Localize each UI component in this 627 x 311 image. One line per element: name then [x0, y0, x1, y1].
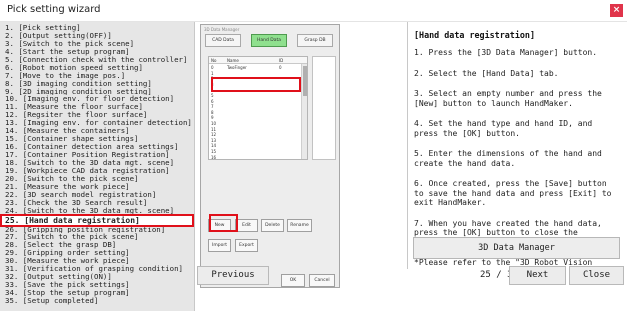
preview-col-id: ID: [279, 58, 284, 63]
title-bar: Pick setting wizard ×: [0, 0, 627, 22]
preview-delete-button: Delete: [261, 219, 284, 232]
preview-row-number: 6: [211, 98, 214, 104]
preview-side-panel: [312, 56, 336, 160]
preview-scrollbar: [301, 64, 307, 159]
step-item: 4. [Start the setup program]: [5, 47, 130, 56]
preview-title: 3D Data Manager: [204, 27, 240, 32]
preview-row-number: 5: [211, 93, 214, 98]
preview-edit-button: Edit: [235, 219, 258, 232]
instruction-panel: [Hand data registration] 1. Press the [3…: [407, 22, 627, 269]
step-item: 11. [Measure the floor surface]: [5, 103, 143, 112]
step-item: 28. [Select the grasp DB]: [5, 241, 117, 250]
preview-row-number: 8: [211, 109, 214, 115]
instruction-heading: [Hand data registration]: [414, 30, 536, 40]
preview-tab-grasp: Grasp DB: [297, 34, 333, 47]
preview-row-id: 0: [279, 65, 282, 70]
highlight-empty-row: [211, 77, 301, 92]
step-item: 35. [Setup completed]: [5, 296, 99, 305]
preview-ok-button: OK: [281, 274, 305, 287]
instruction-step-4: 4. Set the hand type and hand ID, and pr…: [414, 119, 593, 138]
step-item: 16. [Container detection area settings]: [5, 143, 179, 151]
step-item: 30. [Measure the work piece]: [5, 257, 130, 266]
instruction-step-5: 5. Enter the dimensions of the hand and …: [414, 149, 602, 168]
close-icon[interactable]: ×: [610, 4, 623, 17]
step-item: 31. [Verification of grasping condition]: [5, 265, 183, 274]
preview-list-header: No Name ID: [209, 57, 307, 64]
preview-row-number: 11: [211, 126, 217, 132]
step-item: 21. [Measure the work piece]: [5, 182, 130, 191]
step-item: 1. [Pick setting]: [5, 24, 81, 32]
step-item: 5. [Connection check with the controller…: [5, 55, 188, 64]
preview-row-number: 0: [211, 65, 214, 70]
step-item: 17. [Container Position Registration]: [5, 151, 170, 159]
step-item: 26. [Gripping position registration]: [5, 225, 166, 234]
step-item: 15. [Container shape settings]: [5, 135, 139, 144]
3d-data-manager-button[interactable]: 3D Data Manager: [413, 237, 620, 259]
preview-row-number: 9: [211, 115, 214, 121]
step-item: 14. [Measure the containers]: [5, 127, 130, 136]
step-list: 1. [Pick setting] 2. [Output setting(OFF)…: [0, 22, 195, 311]
close-button[interactable]: Close: [569, 266, 624, 285]
preview-import-button: Import: [208, 239, 231, 252]
step-item: 18. [Switch to the 3D data mgt. scene]: [5, 158, 175, 167]
instruction-step-2: 2. Select the [Hand Data] tab.: [414, 68, 559, 78]
step-item: 24. [Switch to the 3D data mgt. scene]: [5, 206, 175, 215]
highlight-new-button: [209, 214, 238, 232]
preview-hand-list: No Name ID 0 1 2 3 4 5 6 7 8 9 10 11 12 13 14 15 16 TwoF…: [208, 56, 308, 160]
instruction-step-3: 3. Select an empty number and press the …: [414, 89, 602, 108]
preview-row-name: TwoFinger: [227, 65, 247, 70]
data-manager-preview: 3D Data Manager CAD Data Hand Data Grasp…: [200, 24, 340, 288]
preview-row-number: 13: [211, 137, 217, 143]
step-item: 6. [Robot motion speed setting]: [5, 63, 143, 72]
preview-col-no: No: [211, 58, 217, 63]
step-item: 32. [Output setting(ON)]: [5, 273, 112, 282]
step-item: 22. [3D search model registration]: [5, 190, 157, 199]
preview-row-number: 16: [211, 154, 217, 160]
step-item: 9. [2D imaging condition setting]: [5, 87, 152, 96]
preview-col-name: Name: [227, 58, 239, 63]
step-item: 12. [Regsiter the floor surface]: [5, 111, 148, 120]
preview-cancel-button: Cancel: [309, 274, 335, 287]
window-title: Pick setting wizard: [7, 4, 101, 15]
preview-row-number: 14: [211, 143, 217, 149]
next-button[interactable]: Next: [509, 266, 566, 285]
preview-tab-cad: CAD Data: [205, 34, 241, 47]
preview-row-number: 1: [211, 70, 214, 76]
instruction-step-6: 6. Once created, press the [Save] button…: [414, 179, 612, 207]
step-item: 2. [Output setting(OFF)]: [5, 31, 112, 40]
preview-row-number: 10: [211, 121, 217, 126]
step-item: 20. [Switch to the pick scene]: [5, 174, 139, 183]
step-item: 23. [Check the 3D Search result]: [5, 198, 148, 207]
instruction-step-1: 1. Press the [3D Data Manager] button.: [414, 48, 598, 57]
previous-button[interactable]: Previous: [197, 266, 269, 285]
preview-export-button: Export: [235, 239, 258, 252]
step-item: 13. [Imaging env. for container detectio…: [5, 119, 192, 128]
step-item: 27. [Switch to the pick scene]: [5, 233, 139, 242]
step-item: 29. [Gripping order setting]: [5, 249, 130, 258]
preview-scroll-thumb: [303, 66, 307, 96]
step-item: 33. [Save the pick settings]: [5, 281, 130, 289]
preview-row-number: 15: [211, 149, 217, 154]
step-item-current: 25. [Hand data registration]: [0, 213, 194, 227]
preview-row-number: 12: [211, 132, 217, 138]
step-item: 34. [Stop the setup program]: [5, 289, 130, 297]
step-item: 19. [Workpiece CAD data registration]: [5, 166, 170, 175]
preview-rename-button: Rename: [287, 219, 312, 232]
preview-tab-hand: Hand Data: [251, 34, 287, 47]
step-item: 3. [Switch to the pick scene]: [5, 39, 135, 48]
step-item: 10. [Imaging env. for floor detection]: [5, 95, 175, 104]
preview-row-number: 7: [211, 104, 214, 110]
step-item: 8. [3D imaging condition setting]: [5, 79, 152, 88]
step-item: 7. [Move to the image pos.]: [5, 71, 126, 80]
